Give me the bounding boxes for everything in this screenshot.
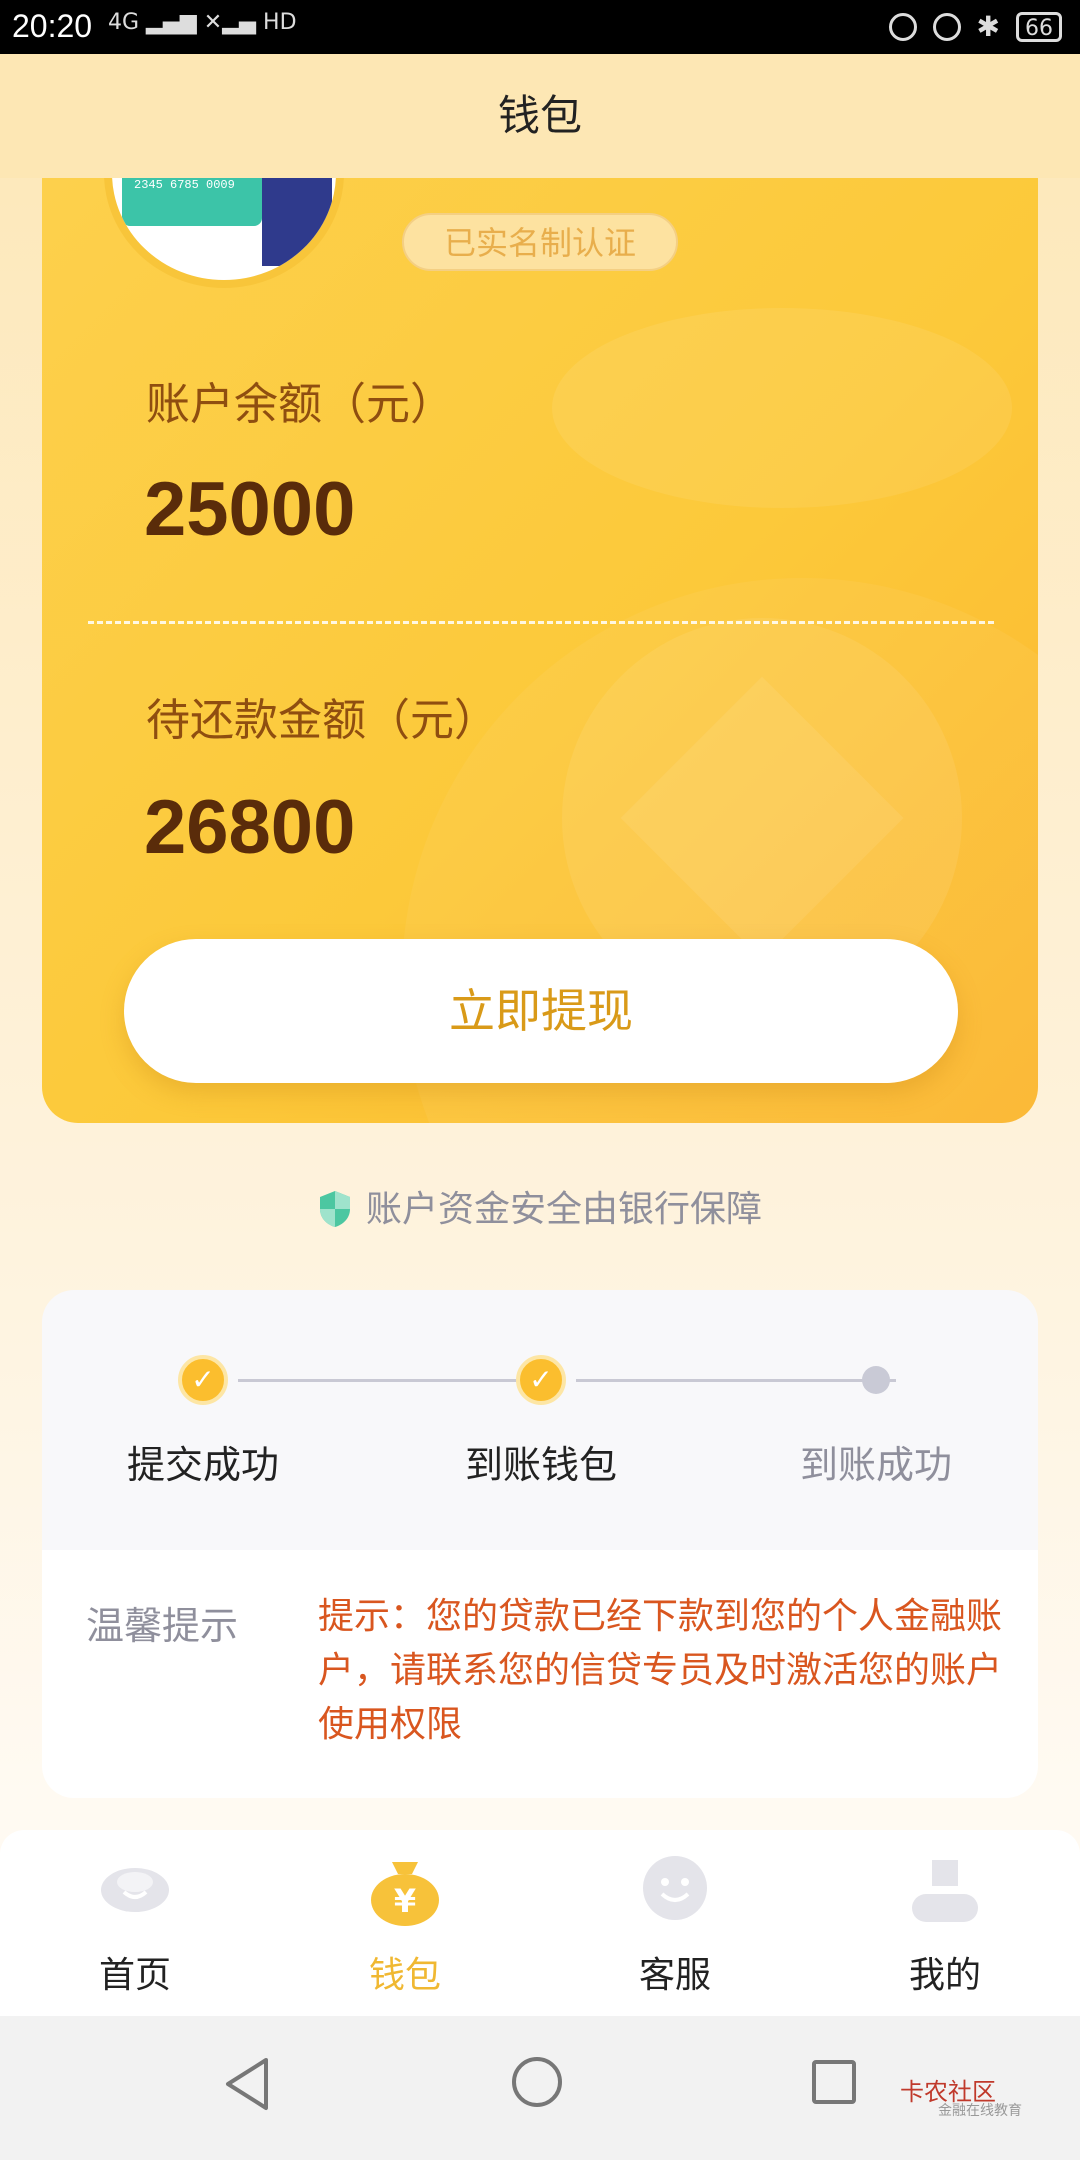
svg-text:¥: ¥ bbox=[394, 1882, 416, 1920]
alarm-icon bbox=[932, 12, 961, 41]
divider bbox=[88, 621, 994, 624]
avatar: 2345 6785 0009 bbox=[104, 178, 344, 288]
signal-indicators: 4G ▂▄▆ ✕▂▄ HD bbox=[108, 10, 297, 35]
bottom-tab-bar: 首页 ¥ 钱包 客服 我的 bbox=[0, 1830, 1080, 2016]
tab-service[interactable]: 客服 bbox=[540, 1830, 810, 2016]
notice-panel: 温馨提示 提示：您的贷款已经下款到您的个人金融账户，请联系您的信贷专员及时激活您… bbox=[42, 1550, 1038, 1798]
status-time: 20:20 bbox=[12, 8, 93, 44]
recent-apps-icon[interactable] bbox=[812, 2060, 856, 2104]
withdraw-progress: ✓ ✓ 提交成功 到账钱包 到账成功 bbox=[42, 1290, 1038, 1550]
check-icon: ✓ bbox=[516, 1355, 566, 1405]
avatar-card-number: 2345 6785 0009 bbox=[134, 178, 235, 192]
withdraw-button[interactable]: 立即提现 bbox=[124, 939, 958, 1083]
progress-line bbox=[238, 1379, 548, 1382]
tab-mine[interactable]: 我的 bbox=[810, 1830, 1080, 2016]
step-label: 到账成功 bbox=[799, 1443, 952, 1487]
progress-line bbox=[576, 1379, 896, 1382]
smiley-chat-icon bbox=[643, 1856, 707, 1920]
user-icon bbox=[912, 1860, 978, 1922]
bluetooth-icon: ✱ bbox=[976, 10, 1000, 43]
verified-badge: 已实名制认证 bbox=[402, 213, 678, 271]
shield-icon bbox=[319, 1191, 350, 1227]
back-icon[interactable] bbox=[222, 2056, 272, 2112]
tab-label: 客服 bbox=[638, 1955, 711, 1996]
safety-note: 账户资金安全由银行保障 bbox=[0, 1180, 1080, 1232]
step-label: 到账钱包 bbox=[464, 1443, 617, 1487]
tab-home[interactable]: 首页 bbox=[0, 1830, 270, 2016]
battery-indicator: 66 bbox=[1016, 11, 1062, 42]
check-icon: ✓ bbox=[178, 1355, 228, 1405]
lock-icon bbox=[888, 12, 917, 41]
home-icon[interactable] bbox=[512, 2057, 562, 2107]
notice-title: 温馨提示 bbox=[86, 1604, 239, 1648]
tab-label: 我的 bbox=[908, 1955, 981, 1996]
money-bag-icon: ¥ bbox=[371, 1862, 439, 1926]
page-title: 钱包 bbox=[497, 91, 582, 140]
card-decoration bbox=[552, 308, 1012, 508]
status-bar: 20:20 4G ▂▄▆ ✕▂▄ HD ✱ 66 bbox=[0, 0, 1080, 54]
ingot-icon bbox=[101, 1868, 169, 1912]
tab-label: 钱包 bbox=[368, 1955, 441, 1996]
page-header: 钱包 bbox=[0, 54, 1080, 178]
pending-dot-icon bbox=[862, 1366, 890, 1394]
watermark-subtitle: 金融在线教育 bbox=[938, 2103, 1022, 2119]
tab-wallet[interactable]: ¥ 钱包 bbox=[270, 1830, 540, 2016]
step-label: 提交成功 bbox=[126, 1443, 279, 1487]
repay-label: 待还款金额（元） bbox=[146, 695, 498, 746]
notice-text: 提示：您的贷款已经下款到您的个人金融账户，请联系您的信贷专员及时激活您的账户使用… bbox=[318, 1596, 1003, 1745]
tab-label: 首页 bbox=[98, 1955, 171, 1996]
balance-value: 25000 bbox=[144, 467, 356, 552]
system-nav-bar: 卡农社区 金融在线教育 bbox=[0, 2016, 1080, 2160]
safety-note-text: 账户资金安全由银行保障 bbox=[365, 1189, 762, 1230]
repay-value: 26800 bbox=[144, 785, 356, 870]
person-illustration bbox=[262, 178, 332, 266]
wallet-card: 2345 6785 0009 已实名制认证 账户余额（元） 25000 待还款金… bbox=[42, 178, 1038, 1123]
balance-label: 账户余额（元） bbox=[146, 379, 454, 430]
